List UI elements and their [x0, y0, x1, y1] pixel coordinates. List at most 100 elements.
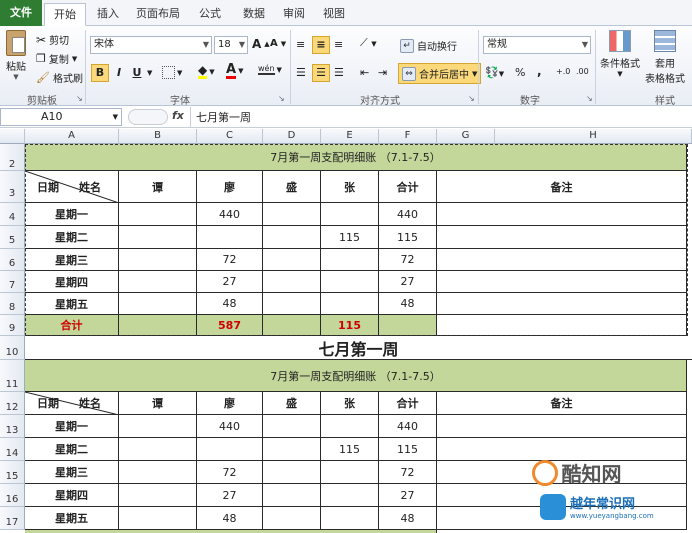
table2-cell[interactable]: [263, 438, 321, 461]
table2-row-day[interactable]: 星期四: [25, 484, 119, 507]
table1-title-cell[interactable]: 7月第一周支配明细账 （7.1-7.5）: [25, 144, 687, 171]
column-header-b[interactable]: B: [119, 129, 197, 144]
table1-header-e[interactable]: 张: [321, 171, 379, 203]
table2-cell[interactable]: 72: [197, 461, 263, 484]
row-header-16[interactable]: 16: [0, 484, 25, 507]
font-color-button[interactable]: A ▼: [226, 63, 243, 79]
table1-cell[interactable]: 27: [197, 271, 263, 293]
table2-cell[interactable]: [119, 484, 197, 507]
table1-row-day[interactable]: 星期四: [25, 271, 119, 293]
table2-cell[interactable]: [119, 415, 197, 438]
table1-cell-note[interactable]: [437, 293, 687, 315]
row-header-17[interactable]: 17: [0, 507, 25, 530]
alignment-launcher-icon[interactable]: ↘: [468, 94, 475, 103]
tab-data[interactable]: 数据: [234, 3, 274, 26]
table1-cell-total[interactable]: 27: [379, 271, 437, 293]
name-box[interactable]: A10 ▼: [0, 108, 122, 126]
row-header-2[interactable]: 2: [0, 144, 25, 171]
increase-indent-button[interactable]: ⇥: [378, 66, 387, 79]
table1-cell[interactable]: [321, 249, 379, 271]
table1-total-cell[interactable]: 587: [197, 315, 263, 336]
column-header-g[interactable]: G: [437, 129, 495, 144]
column-header-e[interactable]: E: [321, 129, 379, 144]
table2-cell[interactable]: [119, 461, 197, 484]
table1-cell[interactable]: [119, 226, 197, 249]
table2-cell[interactable]: [321, 507, 379, 530]
tab-formulas[interactable]: 公式: [190, 3, 230, 26]
table2-cell[interactable]: [263, 415, 321, 438]
table1-total-cell[interactable]: 115: [321, 315, 379, 336]
table1-header-c[interactable]: 廖: [197, 171, 263, 203]
orientation-button[interactable]: ⟋ ▼: [360, 36, 377, 50]
row-header-7[interactable]: 7: [0, 271, 25, 293]
tab-insert[interactable]: 插入: [88, 3, 128, 26]
week-title-cell[interactable]: 七月第一周: [25, 336, 692, 360]
table2-cell-total[interactable]: 440: [379, 415, 437, 438]
merge-center-button[interactable]: ⇔ 合并后居中 ▼: [398, 63, 482, 84]
format-painter-button[interactable]: 🖌 格式刷: [36, 70, 83, 85]
table1-row-day[interactable]: 星期三: [25, 249, 119, 271]
align-middle-button[interactable]: ≡: [312, 36, 330, 54]
increase-decimal-button[interactable]: +.0: [556, 67, 570, 76]
percent-style-button[interactable]: %: [515, 66, 525, 79]
italic-button[interactable]: I: [110, 64, 128, 82]
table1-cell[interactable]: [263, 271, 321, 293]
cut-button[interactable]: ✂ 剪切: [36, 32, 69, 48]
table2-diagonal-header-cell[interactable]: 日期 姓名: [25, 392, 119, 415]
table2-cell[interactable]: 27: [197, 484, 263, 507]
table1-header-b[interactable]: 谭: [119, 171, 197, 203]
table2-header-c[interactable]: 廖: [197, 392, 263, 415]
table2-header-b[interactable]: 谭: [119, 392, 197, 415]
table2-cell[interactable]: 115: [321, 438, 379, 461]
table1-cell[interactable]: [119, 203, 197, 226]
table2-row-day[interactable]: 星期一: [25, 415, 119, 438]
number-format-select[interactable]: 常规 ▼: [483, 36, 591, 54]
paste-button[interactable]: 粘贴 ▼: [4, 30, 28, 81]
table1-cell[interactable]: [263, 249, 321, 271]
table1-cell[interactable]: [263, 203, 321, 226]
table1-cell[interactable]: [263, 226, 321, 249]
table1-row-day[interactable]: 星期二: [25, 226, 119, 249]
row-header-3[interactable]: 3: [0, 171, 25, 203]
table1-cell-total[interactable]: 48: [379, 293, 437, 315]
table2-cell[interactable]: [263, 484, 321, 507]
row-header-8[interactable]: 8: [0, 293, 25, 315]
borders-button[interactable]: ▼: [162, 66, 182, 79]
row-header-11[interactable]: 11: [0, 360, 25, 392]
table2-cell[interactable]: [263, 507, 321, 530]
table1-total-cell[interactable]: [379, 315, 437, 336]
table2-cell[interactable]: [321, 484, 379, 507]
row-header-9[interactable]: 9: [0, 315, 25, 336]
row-header-12[interactable]: 12: [0, 392, 25, 415]
column-header-a[interactable]: A: [25, 129, 119, 144]
table2-row-day[interactable]: 星期二: [25, 438, 119, 461]
table2-cell-note[interactable]: [437, 415, 687, 438]
table1-cell-note[interactable]: [437, 226, 687, 249]
table1-cell[interactable]: [263, 293, 321, 315]
tab-home[interactable]: 开始: [44, 3, 86, 26]
accounting-format-button[interactable]: 💱▼: [485, 66, 504, 79]
table1-cell[interactable]: [119, 249, 197, 271]
column-header-d[interactable]: D: [263, 129, 321, 144]
table1-cell[interactable]: [119, 293, 197, 315]
select-all-corner[interactable]: [0, 129, 25, 144]
table1-cell-note[interactable]: [437, 203, 687, 226]
table1-header-total[interactable]: 合计: [379, 171, 437, 203]
table1-header-note[interactable]: 备注: [437, 171, 687, 203]
table2-title-cell[interactable]: 7月第一周支配明细账 （7.1-7.5）: [25, 360, 687, 392]
tab-review[interactable]: 审阅: [276, 3, 312, 26]
table1-row-day[interactable]: 星期一: [25, 203, 119, 226]
table1-cell-note[interactable]: [437, 249, 687, 271]
clipboard-launcher-icon[interactable]: ↘: [76, 94, 83, 103]
comma-style-button[interactable]: ,: [537, 64, 542, 78]
table2-cell[interactable]: [263, 461, 321, 484]
align-center-button[interactable]: ☰: [312, 64, 330, 82]
row-header-4[interactable]: 4: [0, 203, 25, 226]
table2-header-e[interactable]: 张: [321, 392, 379, 415]
table1-row-day[interactable]: 星期五: [25, 293, 119, 315]
table1-cell[interactable]: 440: [197, 203, 263, 226]
table2-cell[interactable]: 440: [197, 415, 263, 438]
align-right-button[interactable]: ☰: [334, 66, 344, 79]
table1-cell[interactable]: [321, 203, 379, 226]
table1-diagonal-header-cell[interactable]: 日期 姓名: [25, 171, 119, 203]
